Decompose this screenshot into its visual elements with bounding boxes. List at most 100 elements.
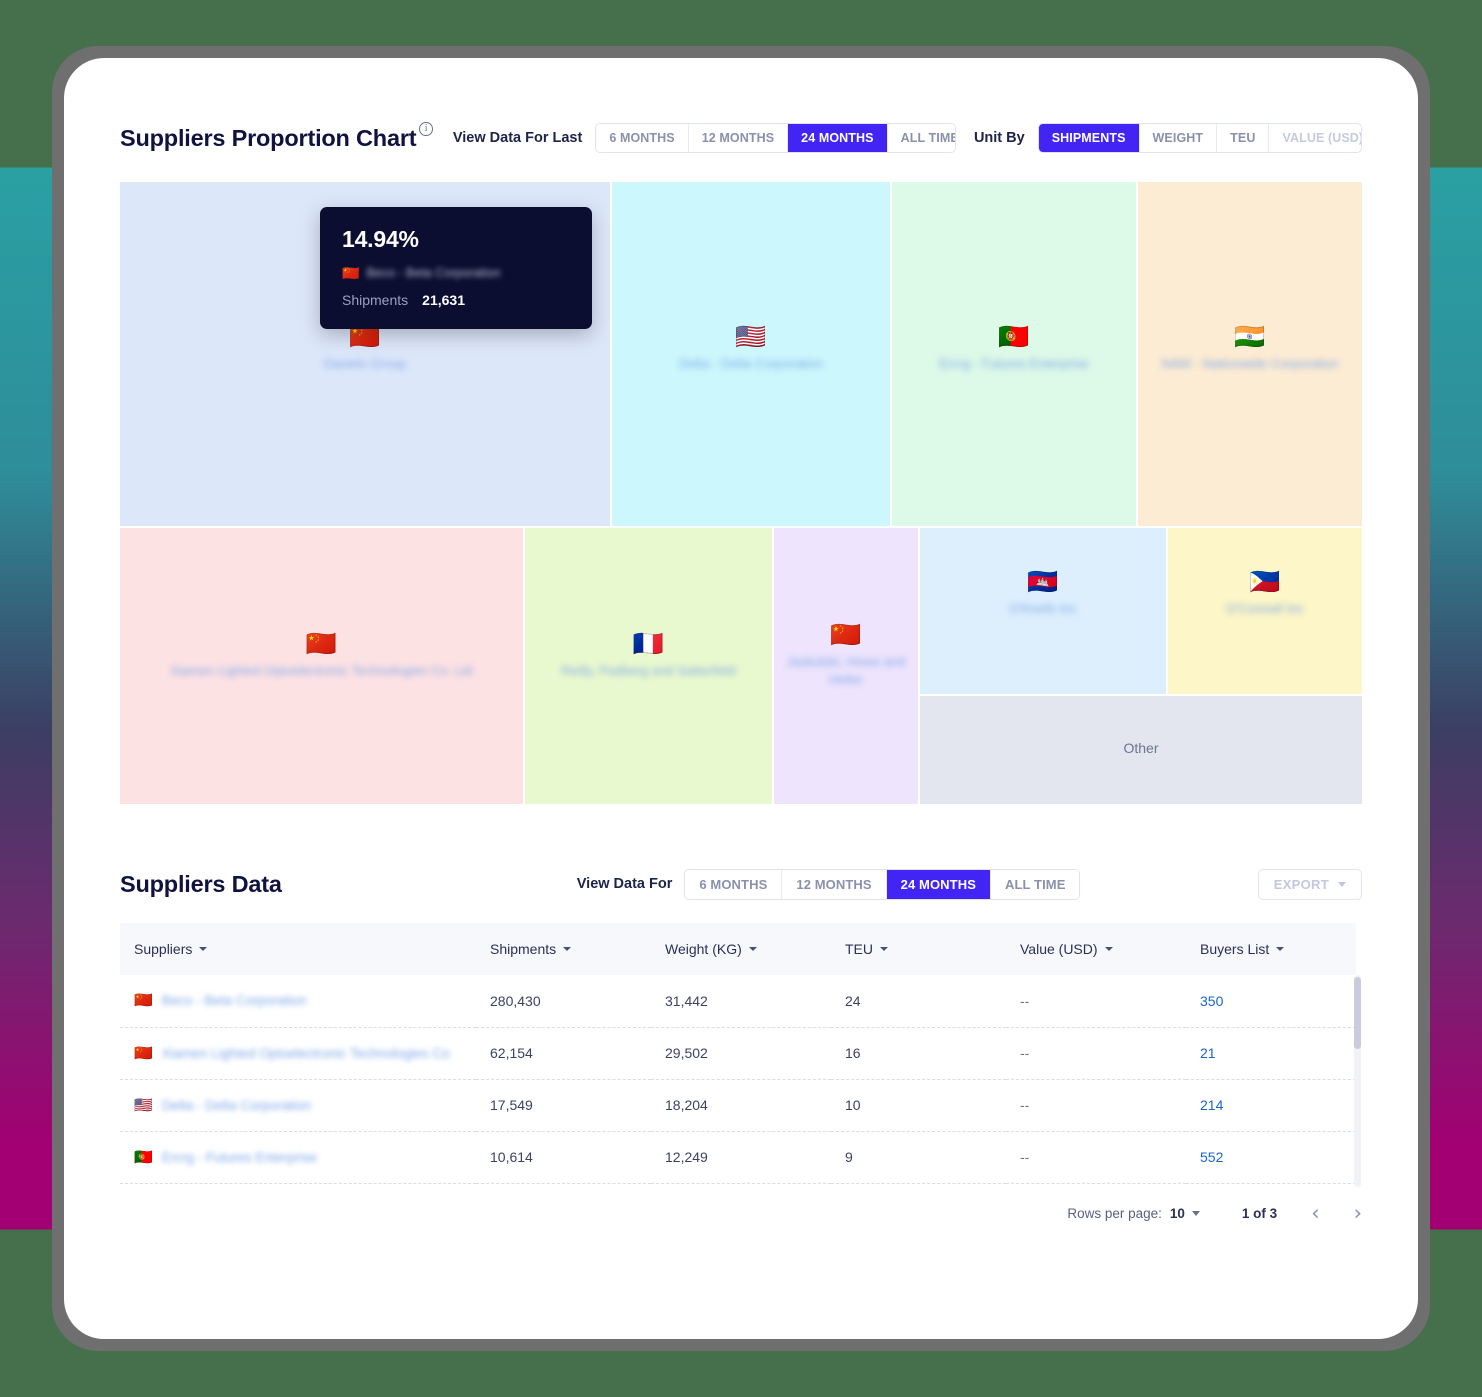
flag-icon-kh: 🇰🇭 (1027, 568, 1059, 596)
cell-buyers-list[interactable]: 350 (1186, 975, 1356, 1028)
cell-supplier[interactable]: 🇮🇳NAW - Nationwide Corporation (120, 1183, 476, 1187)
column-label: Shipments (490, 941, 557, 957)
previous-page-button[interactable]: ‹ (1311, 1203, 1319, 1224)
rows-per-page-value[interactable]: 10 (1170, 1206, 1185, 1221)
supplier-name: Xiamen Lighted Optoelectronic Technologi… (161, 1045, 450, 1061)
treemap-tile-label: NAW - Nationwide Corporation (1161, 356, 1339, 371)
supplier-name: Beco - Beta Corporation (161, 993, 307, 1009)
flag-icon-cn: 🇨🇳 (830, 621, 862, 649)
chart-period-toggle-group: 6 MONTHS 12 MONTHS 24 MONTHS ALL TIME (595, 123, 956, 153)
flag-icon-fr: 🇫🇷 (632, 630, 665, 658)
suppliers-table-container[interactable]: Suppliers Shipments Weight (KG) TEU Valu (120, 923, 1362, 1187)
cell-buyers-list[interactable]: 214 (1186, 1079, 1356, 1132)
cell-weight: 18,204 (651, 1079, 831, 1132)
table-row[interactable]: 🇵🇹 Ercrg - Futures Enterprise 10,614 12,2… (120, 1131, 1356, 1184)
table-body: 🇨🇳 Beco - Beta Corporation 280,430 31,442… (120, 975, 1356, 1187)
rows-per-page-label: Rows per page: (1067, 1206, 1162, 1221)
treemap-tile-xiamen-lighted[interactable]: 🇨🇳 Xiamen Lighted Optoelectronic Technol… (120, 528, 523, 804)
table-period-24-months[interactable]: 24 MONTHS (886, 869, 991, 899)
chart-unit-teu[interactable]: TEU (1217, 124, 1270, 152)
supplier-name: Delta - Delta Corporation (161, 1097, 312, 1113)
table-scrollbar-thumb[interactable] (1354, 977, 1361, 1049)
flag-icon-us: 🇺🇸 (134, 1096, 153, 1114)
column-header-weight[interactable]: Weight (KG) (651, 923, 831, 975)
cell-value-usd: -- (1006, 975, 1186, 1028)
treemap-tile-label: Reilly, Padberg and Satterfield (561, 663, 736, 678)
info-icon[interactable]: i (419, 122, 433, 136)
treemap-tile-label: Delta - Delta Corporation (679, 356, 823, 371)
tooltip-metric-label: Shipments (342, 292, 409, 308)
card-content: Suppliers Proportion Chart i View Data F… (120, 120, 1362, 1224)
chart-period-12-months[interactable]: 12 MONTHS (688, 124, 789, 152)
suppliers-data-title: Suppliers Data (120, 870, 282, 897)
cell-supplier[interactable]: 🇵🇹 Ercrg - Futures Enterprise (120, 1131, 476, 1184)
flag-icon-pt: 🇵🇹 (998, 323, 1030, 351)
cell-value-usd: -- (1006, 1027, 1186, 1080)
treemap-tile-nationwide-corporation[interactable]: 🇮🇳 NAW - Nationwide Corporation (1138, 182, 1362, 526)
sort-caret-icon[interactable] (1276, 947, 1285, 951)
treemap-tile-futures-enterprise[interactable]: 🇵🇹 Ercrg - Futures Enterprise (892, 182, 1136, 526)
flag-icon-cn: 🇨🇳 (342, 265, 360, 281)
tooltip-metric-value: 21,631 (422, 292, 465, 308)
column-header-teu[interactable]: TEU (831, 923, 1006, 975)
treemap-tile-label: Daniels Group (323, 356, 407, 371)
table-period-all-time[interactable]: ALL TIME (990, 869, 1080, 899)
treemap-tile-delta-corporation[interactable]: 🇺🇸 Delta - Delta Corporation (612, 182, 890, 526)
app-card: Suppliers Proportion Chart i View Data F… (64, 58, 1418, 1339)
flag-icon-us: 🇺🇸 (735, 323, 767, 351)
chart-unit-shipments[interactable]: SHIPMENTS (1038, 124, 1140, 152)
cell-buyers-list[interactable]: 412 (1186, 1183, 1356, 1187)
cell-shipments: 62,154 (476, 1027, 651, 1080)
table-head: Suppliers Shipments Weight (KG) TEU Valu (120, 923, 1356, 975)
cell-buyers-list[interactable]: 21 (1186, 1027, 1356, 1080)
cell-weight: 29,502 (651, 1027, 831, 1080)
table-period-6-months[interactable]: 6 MONTHS (685, 869, 783, 899)
sort-caret-icon[interactable] (748, 947, 757, 951)
cell-buyers-list[interactable]: 552 (1186, 1131, 1356, 1184)
chevron-down-icon[interactable] (1191, 1211, 1200, 1216)
treemap-tile-other[interactable]: Other (920, 696, 1362, 804)
export-button[interactable]: EXPORT (1257, 868, 1362, 900)
tooltip-metric-row: Shipments 21,631 (342, 292, 570, 308)
cell-supplier[interactable]: 🇨🇳 Beco - Beta Corporation (120, 975, 476, 1028)
treemap-tile-jaskolski-howe[interactable]: 🇨🇳 Jaskolski, Howe and Heller (774, 528, 918, 804)
sort-caret-icon[interactable] (880, 947, 888, 951)
data-view-label: View Data For (576, 876, 673, 892)
cell-teu: 10 (831, 1079, 1006, 1132)
cell-shipments: 17,549 (476, 1079, 651, 1132)
table-row[interactable]: 🇨🇳 Beco - Beta Corporation 280,430 31,442… (120, 975, 1356, 1028)
supplier-name: Ercrg - Futures Enterprise (161, 1149, 317, 1165)
suppliers-table: Suppliers Shipments Weight (KG) TEU Valu (120, 923, 1356, 1187)
table-row[interactable]: 🇺🇸 Delta - Delta Corporation 17,549 18,20… (120, 1079, 1356, 1132)
chart-period-24-months[interactable]: 24 MONTHS (788, 124, 888, 152)
column-header-buyers-list[interactable]: Buyers List (1186, 923, 1356, 975)
column-header-shipments[interactable]: Shipments (476, 923, 651, 975)
treemap-tile-oconnell-inc[interactable]: 🇵🇭 O'Connell Inc (1168, 528, 1362, 694)
sort-caret-icon[interactable] (1104, 947, 1113, 951)
cell-supplier[interactable]: 🇨🇳 Xiamen Lighted Optoelectronic Technolo… (120, 1027, 476, 1080)
export-label: EXPORT (1273, 876, 1329, 892)
table-period-12-months[interactable]: 12 MONTHS (782, 869, 887, 899)
pagination-bar: Rows per page: 10 1 of 3 ‹ › (120, 1203, 1362, 1224)
treemap-tile-okeefe-inc[interactable]: 🇰🇭 O'Keefe Inc (920, 528, 1166, 694)
table-row[interactable]: 🇨🇳 Xiamen Lighted Optoelectronic Technolo… (120, 1027, 1356, 1080)
chart-unit-weight[interactable]: WEIGHT (1139, 124, 1218, 152)
chart-period-6-months[interactable]: 6 MONTHS (596, 124, 689, 152)
cell-teu: 8 (831, 1183, 1006, 1187)
sort-caret-icon[interactable] (199, 947, 208, 951)
treemap-tile-label: Other (1123, 740, 1159, 756)
chart-unit-value-usd: VALUE (USD) (1269, 124, 1361, 152)
next-page-button[interactable]: › (1354, 1203, 1362, 1224)
flag-icon-cn: 🇨🇳 (134, 992, 153, 1010)
treemap-tile-reilly-padberg[interactable]: 🇫🇷 Reilly, Padberg and Satterfield (525, 528, 772, 804)
sort-caret-icon[interactable] (563, 947, 572, 951)
page-title: Suppliers Proportion Chart (120, 124, 417, 151)
cell-shipments: 10,614 (476, 1131, 651, 1184)
column-header-suppliers[interactable]: Suppliers (120, 923, 476, 975)
column-header-value-usd[interactable]: Value (USD) (1006, 923, 1186, 975)
cell-weight: 12,249 (651, 1131, 831, 1184)
cell-supplier[interactable]: 🇺🇸 Delta - Delta Corporation (120, 1079, 476, 1132)
chart-period-all-time[interactable]: ALL TIME (887, 124, 955, 152)
flag-icon-cn: 🇨🇳 (305, 630, 338, 658)
table-row[interactable]: 🇮🇳NAW - Nationwide Corporation 8,051 10,… (120, 1183, 1356, 1187)
